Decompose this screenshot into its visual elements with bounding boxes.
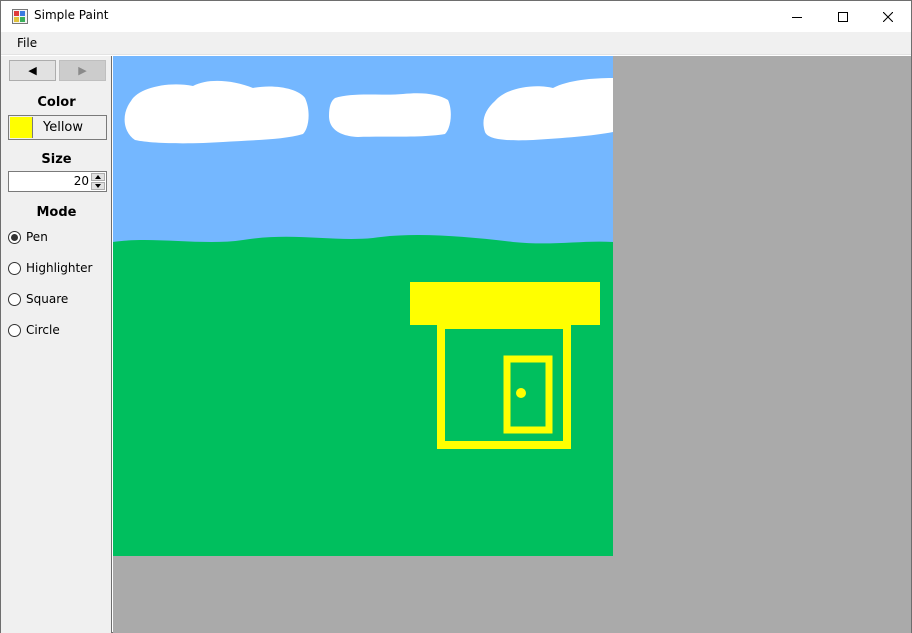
menu-bar: File <box>1 32 911 55</box>
mode-square-radio[interactable]: Square <box>8 291 68 307</box>
radio-indicator <box>8 261 21 275</box>
title-bar[interactable]: Simple Paint <box>1 1 911 32</box>
color-label: Color <box>37 95 76 110</box>
radio-indicator <box>8 230 21 244</box>
caret-up-icon <box>95 175 101 179</box>
cloud-middle <box>329 93 451 137</box>
size-label: Size <box>41 152 72 167</box>
menu-file[interactable]: File <box>10 36 44 54</box>
tool-panel: ◀ ▶ Color Yellow Size 20 Mode Pen Highli… <box>1 56 112 633</box>
app-window: Simple Paint File ◀ ▶ Color Yellow Size … <box>0 0 912 633</box>
close-icon <box>883 11 893 22</box>
back-arrow-icon: ◀ <box>28 64 37 77</box>
drawing-canvas[interactable] <box>113 56 613 556</box>
spin-down-button[interactable] <box>91 182 105 190</box>
mode-pen-radio[interactable]: Pen <box>8 229 48 245</box>
mode-circle-radio[interactable]: Circle <box>8 322 60 338</box>
color-picker-button[interactable]: Yellow <box>8 115 107 140</box>
mode-label-text: Pen <box>26 230 48 244</box>
back-button[interactable]: ◀ <box>9 60 56 81</box>
forward-arrow-icon: ▶ <box>78 64 87 77</box>
cloud-left <box>124 80 309 144</box>
size-spinner[interactable]: 20 <box>8 171 107 192</box>
mode-label-text: Square <box>26 292 69 306</box>
maximize-button[interactable] <box>820 1 866 32</box>
window-title: Simple Paint <box>34 8 109 22</box>
workspace-area <box>113 56 911 633</box>
color-swatch <box>10 117 33 138</box>
door-knob <box>516 388 526 398</box>
house-roof <box>410 282 600 325</box>
mode-label-text: Circle <box>26 323 60 337</box>
maximize-icon <box>838 11 848 22</box>
spin-up-button[interactable] <box>91 173 105 181</box>
mode-label-text: Highlighter <box>26 261 93 275</box>
mode-label: Mode <box>36 205 77 220</box>
mode-highlighter-radio[interactable]: Highlighter <box>8 260 93 276</box>
app-icon <box>12 9 28 24</box>
size-value[interactable]: 20 <box>74 174 89 188</box>
forward-button[interactable]: ▶ <box>59 60 106 81</box>
radio-indicator <box>8 292 21 306</box>
color-name: Yellow <box>43 120 84 135</box>
close-button[interactable] <box>865 1 911 32</box>
minimize-icon <box>792 16 802 18</box>
caret-down-icon <box>95 184 101 188</box>
spinner-arrows <box>91 173 105 190</box>
minimize-button[interactable] <box>774 1 820 32</box>
radio-indicator <box>8 323 21 337</box>
